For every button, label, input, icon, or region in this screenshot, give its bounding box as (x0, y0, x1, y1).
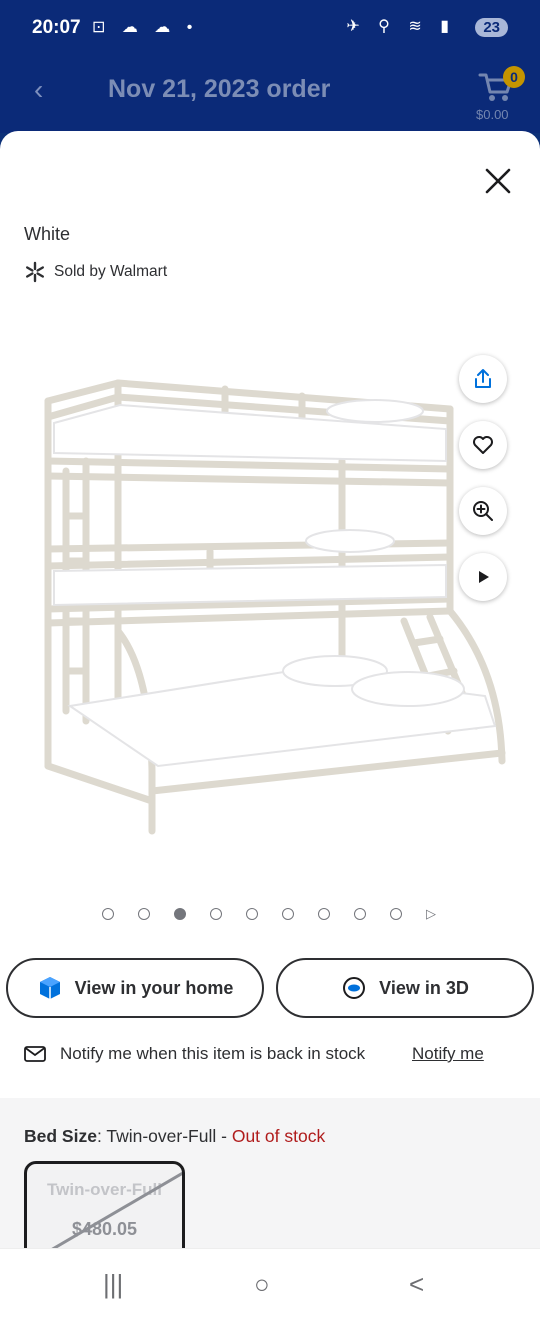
status-bar: 20:07 ⊡ ☁ ☁ • ✈ ⚲ ≋ ▮ 23 (0, 0, 540, 58)
bed-size-dash: - (216, 1126, 232, 1146)
system-nav-bar: ||| ○ < (0, 1248, 540, 1321)
nav-back-button[interactable]: < (409, 1269, 424, 1300)
carousel-next-icon[interactable]: ▷ (426, 906, 436, 922)
bed-size-value: Twin-over-Full (101, 1126, 217, 1146)
page-title: Nov 21, 2023 order (108, 75, 331, 103)
bed-size-title: Bed Size: Twin-over-Full - Out of stock (24, 1126, 325, 1147)
view-in-3d-button[interactable]: View in 3D (276, 958, 534, 1018)
cart-count-badge: 0 (503, 66, 525, 88)
share-icon (475, 369, 491, 388)
mail-icon (24, 1046, 46, 1062)
carousel-dot[interactable] (354, 908, 366, 920)
status-time: 20:07 (32, 17, 81, 38)
zoom-button[interactable] (459, 487, 507, 535)
carousel-dot-active[interactable] (174, 908, 186, 920)
carousel-dot[interactable] (390, 908, 402, 920)
carousel-dot[interactable] (138, 908, 150, 920)
favorite-button[interactable] (459, 421, 507, 469)
app-bar: ‹ Nov 21, 2023 order 0 $0.00 (0, 58, 540, 133)
carousel-dot[interactable] (282, 908, 294, 920)
recents-button[interactable]: ||| (103, 1269, 123, 1300)
seller-text: Sold by Walmart (54, 263, 168, 280)
home-button[interactable]: ○ (254, 1269, 270, 1300)
cart-total: $0.00 (476, 107, 509, 122)
play-icon (479, 571, 489, 583)
notify-row: Notify me when this item is back in stoc… (24, 1044, 365, 1064)
battery-icon: 23 (475, 18, 508, 37)
variant-label: White (24, 224, 71, 244)
3d-icon (343, 977, 366, 999)
carousel-dot[interactable] (246, 908, 258, 920)
play-video-button[interactable] (459, 553, 507, 601)
back-chevron-icon[interactable]: ‹ (34, 74, 43, 106)
notify-me-link[interactable]: Notify me (412, 1044, 484, 1064)
carousel-dot[interactable] (318, 908, 330, 920)
system-icons: ✈ ⚲ ≋ ▮ (346, 18, 456, 35)
zoom-icon (473, 501, 493, 521)
bed-size-label: Bed Size (24, 1126, 97, 1146)
product-sheet: White Sold by Walmart ▷ View in your hom… (0, 131, 540, 1248)
bed-size-option[interactable]: Twin-over-Full $480.05 (24, 1161, 185, 1248)
view-in-home-label: View in your home (74, 977, 234, 998)
product-image[interactable] (30, 371, 510, 851)
notify-text: Notify me when this item is back in stoc… (60, 1044, 366, 1063)
walmart-spark-icon (25, 261, 45, 283)
share-button[interactable] (459, 355, 507, 403)
bed-size-section: Bed Size: Twin-over-Full - Out of stock … (0, 1098, 540, 1248)
notification-icons: ⊡ ☁ ☁ • (92, 19, 199, 36)
view-in-3d-label: View in 3D (379, 977, 469, 998)
stock-status: Out of stock (231, 1126, 326, 1146)
carousel-dot[interactable] (210, 908, 222, 920)
view-in-home-button[interactable]: View in your home (6, 958, 264, 1018)
carousel-indicator: ▷ (0, 906, 540, 924)
unavailable-strike (51, 1171, 182, 1248)
seller-info: Sold by Walmart (24, 261, 167, 283)
close-icon[interactable] (484, 167, 512, 195)
carousel-dot[interactable] (102, 908, 114, 920)
ar-cube-icon (39, 977, 60, 999)
heart-icon (473, 436, 493, 454)
